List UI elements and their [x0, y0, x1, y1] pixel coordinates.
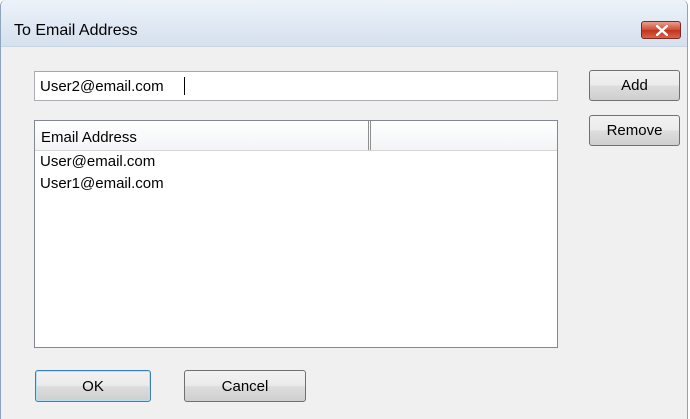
list-item[interactable]: User@email.com	[35, 151, 557, 173]
dialog-window: To Email Address Add Remove Email Addres…	[0, 0, 688, 419]
close-icon	[656, 25, 668, 36]
remove-button[interactable]: Remove	[589, 115, 680, 146]
list-header: Email Address	[35, 121, 557, 151]
column-header-email-address[interactable]: Email Address	[35, 121, 369, 150]
list-item[interactable]: User1@email.com	[35, 173, 557, 195]
text-caret	[184, 77, 185, 95]
email-list[interactable]: Email Address User@email.com User1@email…	[34, 120, 558, 348]
window-title: To Email Address	[14, 22, 138, 39]
email-address-input[interactable]	[34, 71, 558, 101]
ok-button[interactable]: OK	[35, 370, 151, 402]
add-button[interactable]: Add	[589, 70, 680, 101]
list-body: User@email.com User1@email.com	[35, 151, 557, 195]
title-bar[interactable]: To Email Address	[1, 0, 687, 47]
cancel-button[interactable]: Cancel	[184, 370, 306, 402]
close-button[interactable]	[641, 21, 681, 39]
column-header-empty[interactable]	[369, 121, 371, 150]
dialog-client-area: Add Remove Email Address User@email.com …	[1, 47, 687, 419]
